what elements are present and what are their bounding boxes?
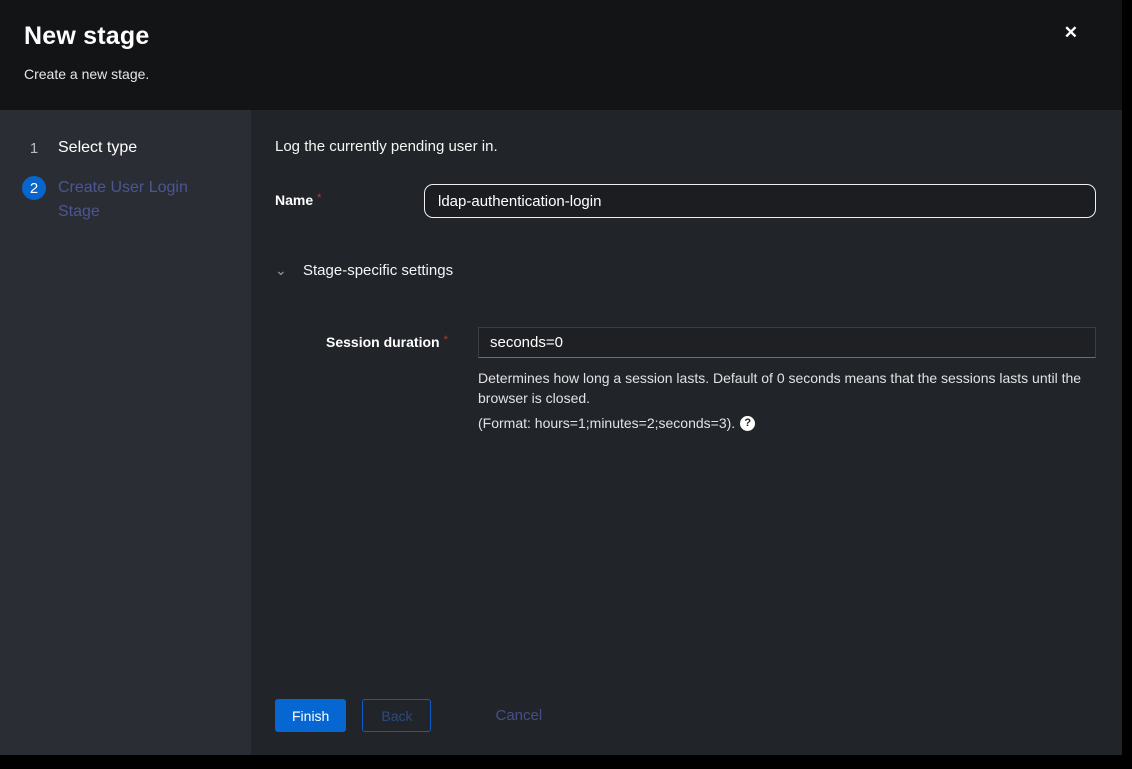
- session-duration-label: Session duration: [326, 334, 440, 350]
- session-input-col: [478, 327, 1096, 358]
- stage-specific-settings-section: ⌄ Stage-specific settings Session durati…: [275, 262, 1096, 431]
- finish-button[interactable]: Finish: [275, 699, 346, 732]
- format-hint-line: (Format: hours=1;minutes=2;seconds=3). ?: [478, 415, 1096, 431]
- name-input[interactable]: [424, 184, 1096, 218]
- session-duration-form-row: Session duration *: [326, 327, 1096, 358]
- session-duration-help-text: Determines how long a session lasts. Def…: [478, 368, 1096, 408]
- chevron-down-icon: ⌄: [275, 262, 289, 279]
- required-asterisk: *: [444, 334, 448, 346]
- wizard-footer: Finish Back Cancel: [275, 699, 1096, 732]
- step-label: Create User Login Stage: [58, 176, 206, 224]
- settings-expand-toggle[interactable]: ⌄ Stage-specific settings: [275, 262, 453, 279]
- step-number: 1: [22, 136, 46, 160]
- step-label: Select type: [58, 136, 137, 160]
- step-number-badge: 2: [22, 176, 46, 200]
- required-asterisk: *: [317, 192, 321, 204]
- format-hint-text: (Format: hours=1;minutes=2;seconds=3).: [478, 415, 735, 431]
- session-duration-label-col: Session duration *: [326, 334, 478, 352]
- page-title: New stage: [24, 22, 1098, 51]
- name-label-col: Name *: [275, 192, 424, 210]
- cancel-button[interactable]: Cancel: [495, 699, 542, 732]
- close-icon[interactable]: ✕: [1064, 24, 1078, 41]
- session-duration-input[interactable]: [478, 327, 1096, 358]
- stage-description: Log the currently pending user in.: [275, 138, 1096, 155]
- wizard-step-create-user-login-stage[interactable]: 2 Create User Login Stage: [22, 176, 235, 224]
- help-circle-icon[interactable]: ?: [740, 416, 755, 431]
- name-form-row: Name *: [275, 184, 1096, 218]
- new-stage-modal: New stage Create a new stage. ✕ 1 Select…: [0, 0, 1122, 755]
- back-button[interactable]: Back: [362, 699, 431, 732]
- modal-header: New stage Create a new stage. ✕: [0, 0, 1122, 110]
- session-duration-help: Determines how long a session lasts. Def…: [478, 368, 1096, 431]
- modal-body: 1 Select type 2 Create User Login Stage …: [0, 110, 1122, 755]
- settings-section-title: Stage-specific settings: [303, 262, 453, 279]
- name-label: Name: [275, 192, 313, 208]
- wizard-nav: 1 Select type 2 Create User Login Stage: [0, 110, 251, 755]
- stage-form-pane: Log the currently pending user in. Name *…: [251, 110, 1122, 755]
- wizard-step-select-type[interactable]: 1 Select type: [22, 136, 235, 160]
- page-subtitle: Create a new stage.: [24, 66, 1098, 82]
- settings-group: Session duration * Determines how long a …: [326, 327, 1096, 431]
